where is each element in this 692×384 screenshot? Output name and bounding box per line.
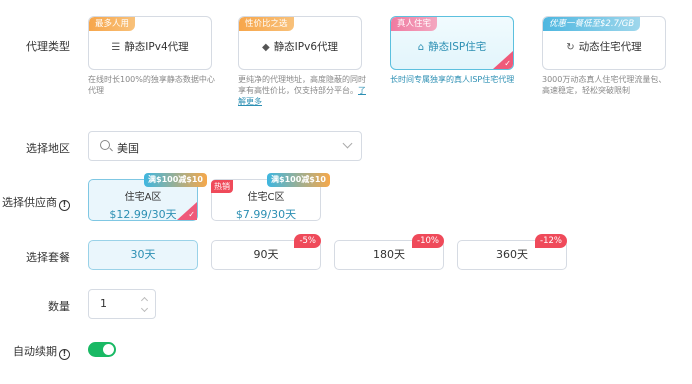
proxy-type-name: ↻ 动态住宅代理 [543, 39, 665, 54]
promo-badge: 满$100减$10 [144, 173, 207, 187]
proxy-type-isp-desc: 长时间专属独享的真人ISP住宅代理 [390, 75, 515, 84]
increment-icon[interactable] [140, 296, 149, 305]
proxy-type-name: ☰ 静态IPv4代理 [89, 39, 211, 54]
package-30-days[interactable]: 30天 [88, 240, 198, 270]
check-icon: ✓ [504, 59, 511, 68]
discount-badge: -10% [412, 234, 444, 248]
discount-badge: -12% [535, 234, 567, 248]
proxy-type-card-dynamic[interactable]: 优惠一餐低至$2.7/GB ↻ 动态住宅代理 [542, 16, 666, 70]
search-icon [100, 140, 110, 150]
residential-tag: 真人住宅 [391, 17, 438, 31]
package-name: 360天 [496, 248, 528, 261]
auto-renew-toggle[interactable] [88, 342, 116, 357]
auto-renew-label-text: 自动续期 [13, 345, 57, 358]
proxy-type-ipv6-name: 静态IPv6代理 [273, 41, 339, 53]
proxy-type-card-isp[interactable]: 真人住宅 ⌂ 静态ISP住宅 ✓ [390, 16, 514, 70]
proxy-type-dynamic-name: 动态住宅代理 [578, 41, 642, 53]
help-icon[interactable]: ! [59, 200, 70, 211]
package-180-days[interactable]: 180天 -10% [334, 234, 444, 270]
proxy-type-isp-name: 静态ISP住宅 [428, 41, 487, 53]
auto-renew-label: 自动续期! [13, 343, 70, 360]
proxy-type-label: 代理类型 [26, 40, 70, 53]
supplier-price: $7.99/30天 [235, 208, 297, 221]
region-select[interactable]: 美国 [88, 131, 362, 161]
proxy-type-dynamic-desc: 3000万动态真人住宅代理流量包、高速稳定，轻松突破限制 [542, 75, 667, 95]
decrement-icon[interactable] [140, 304, 149, 313]
server-icon: ☰ [111, 42, 121, 53]
package-name: 30天 [130, 248, 156, 261]
quantity-stepper[interactable]: 1 [88, 289, 156, 319]
toggle-knob [103, 344, 114, 355]
supplier-label-text: 选择供应商 [2, 196, 57, 209]
package-name: 90天 [253, 248, 279, 261]
package-360-days[interactable]: 360天 -12% [457, 234, 567, 270]
quantity-label: 数量 [48, 300, 70, 313]
region-label: 选择地区 [26, 142, 70, 155]
chevron-down-icon [342, 138, 353, 149]
proxy-type-ipv4-desc: 在线时长100%的独享静态数据中心代理 [88, 75, 215, 95]
proxy-type-ipv6-desc: 更纯净的代理地址，高度隐蔽的同时享有高性价比，仅支持部分平台。了解更多 [238, 74, 366, 107]
promo-badge: 满$100减$10 [267, 173, 330, 187]
proxy-type-card-ipv4[interactable]: 最多人用 ☰ 静态IPv4代理 [88, 16, 212, 70]
check-icon: ✓ [188, 210, 195, 219]
package-name: 180天 [373, 248, 405, 261]
proxy-type-ipv4-name: 静态IPv4代理 [124, 41, 189, 53]
discount-badge: -5% [294, 234, 321, 248]
proxy-type-ipv6-desc-text: 更纯净的代理地址，高度隐蔽的同时享有高性价比，仅支持部分平台。 [238, 75, 366, 95]
quantity-value: 1 [100, 297, 107, 310]
home-icon: ⌂ [417, 42, 425, 53]
package-label: 选择套餐 [26, 251, 70, 264]
promo-tag: 优惠一餐低至$2.7/GB [543, 17, 641, 31]
best-value-tag: 性价比之选 [239, 17, 294, 31]
hot-badge: 热销 [211, 180, 233, 193]
supplier-card-a[interactable]: 满$100减$10 住宅A区 $12.99/30天 ✓ [88, 173, 207, 221]
supplier-name: 住宅A区 [124, 192, 162, 203]
most-used-tag: 最多人用 [89, 17, 136, 31]
region-value: 美国 [117, 142, 139, 155]
layers-icon: ◆ [261, 42, 270, 53]
package-90-days[interactable]: 90天 -5% [211, 234, 321, 270]
proxy-type-name: ◆ 静态IPv6代理 [239, 39, 361, 54]
supplier-card-c[interactable]: 热销 满$100减$10 住宅C区 $7.99/30天 [211, 173, 330, 221]
refresh-icon: ↻ [566, 42, 575, 53]
proxy-type-card-ipv6[interactable]: 性价比之选 ◆ 静态IPv6代理 [238, 16, 362, 70]
help-icon[interactable]: ! [59, 349, 70, 360]
supplier-label: 选择供应商! [2, 194, 70, 211]
